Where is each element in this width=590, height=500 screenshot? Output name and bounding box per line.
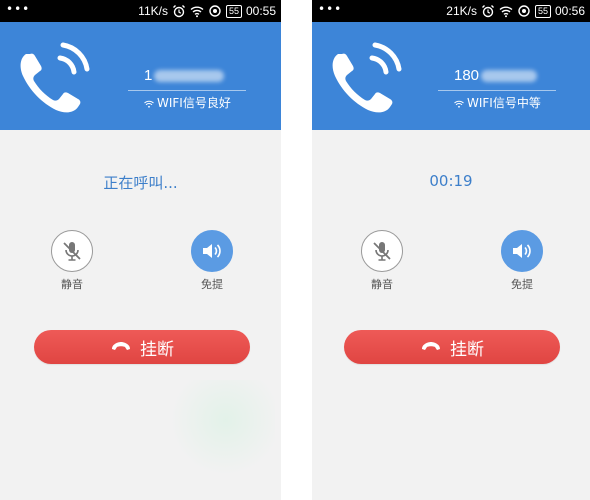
microphone-muted-icon	[63, 242, 81, 261]
mute-button-circle[interactable]	[361, 230, 403, 272]
wifi-signal-icon	[454, 100, 464, 108]
phone-number-visible: 180	[454, 67, 480, 84]
network-speed: 21K/s	[446, 4, 477, 18]
signal-quality-label: WIFI信号中等	[467, 96, 541, 110]
phone-number-redaction	[154, 70, 225, 83]
mute-label: 静音	[61, 278, 83, 291]
microphone-muted-icon	[373, 242, 391, 261]
network-speed: 11K/s	[138, 4, 168, 18]
signal-quality-label: WIFI信号良好	[157, 96, 231, 110]
speaker-button[interactable]: 免提	[500, 230, 544, 292]
phone-number-redaction	[481, 70, 538, 83]
sync-icon	[208, 4, 222, 18]
hangup-button[interactable]: 挂断	[34, 330, 250, 364]
call-header: 1 WIFI信号良好	[0, 22, 281, 130]
phone-screen-calling: ••• 11K/s 55 00:55 1 WIFI信号良好 正在呼叫... 静音…	[0, 0, 281, 500]
wifi-icon	[190, 4, 204, 18]
hangup-label: 挂断	[450, 339, 484, 360]
clock: 00:56	[554, 4, 585, 18]
clock: 00:55	[245, 4, 276, 18]
hangup-button[interactable]: 挂断	[344, 330, 560, 364]
status-bar: ••• 11K/s 55 00:55	[0, 0, 281, 22]
status-bar: ••• 21K/s 55 00:56	[312, 0, 590, 22]
phone-number: 1	[128, 66, 246, 86]
signal-quality: WIFI信号中等	[438, 94, 556, 111]
phone-number-visible: 1	[144, 67, 153, 84]
mute-button-circle[interactable]	[51, 230, 93, 272]
mute-button[interactable]: 静音	[50, 230, 94, 292]
signal-quality: WIFI信号良好	[128, 94, 246, 111]
phone-handset-icon	[20, 42, 90, 113]
sync-icon	[517, 4, 531, 18]
hangup-label: 挂断	[140, 339, 174, 360]
alarm-icon	[172, 4, 186, 18]
screen-glare	[165, 380, 275, 480]
phone-handset-icon	[332, 42, 402, 113]
notification-dots: •••	[318, 2, 343, 16]
speaker-button-circle[interactable]	[191, 230, 233, 272]
call-status: 正在呼叫...	[103, 174, 178, 192]
mute-label: 静音	[371, 278, 393, 291]
screenshot-canvas: ••• 11K/s 55 00:55 1 WIFI信号良好 正在呼叫... 静音…	[0, 0, 590, 500]
alarm-icon	[481, 4, 495, 18]
phone-screen-in-call: ••• 21K/s 55 00:56 180 WIFI信号中等 00:19 静音…	[312, 0, 590, 500]
status-bar-right: 21K/s 55 00:56	[446, 3, 585, 19]
speaker-icon	[513, 244, 531, 258]
notification-dots: •••	[6, 2, 31, 16]
battery-icon: 55	[225, 4, 242, 18]
caller-info: 180 WIFI信号中等	[438, 66, 556, 111]
wifi-signal-icon	[144, 100, 154, 108]
hangup-phone-icon	[110, 340, 132, 354]
battery-icon: 55	[534, 4, 551, 18]
caller-divider	[438, 90, 556, 91]
speaker-button[interactable]: 免提	[190, 230, 234, 292]
status-bar-right: 11K/s 55 00:55	[138, 3, 276, 19]
caller-divider	[128, 90, 246, 91]
call-header: 180 WIFI信号中等	[312, 22, 590, 130]
wifi-icon	[499, 4, 513, 18]
mute-button[interactable]: 静音	[360, 230, 404, 292]
speaker-icon	[203, 244, 221, 258]
caller-info: 1 WIFI信号良好	[128, 66, 246, 111]
hangup-phone-icon	[420, 340, 442, 354]
speaker-label: 免提	[511, 278, 533, 291]
call-timer: 00:19	[429, 172, 473, 190]
phone-number: 180	[438, 66, 556, 86]
speaker-label: 免提	[201, 278, 223, 291]
speaker-button-circle[interactable]	[501, 230, 543, 272]
